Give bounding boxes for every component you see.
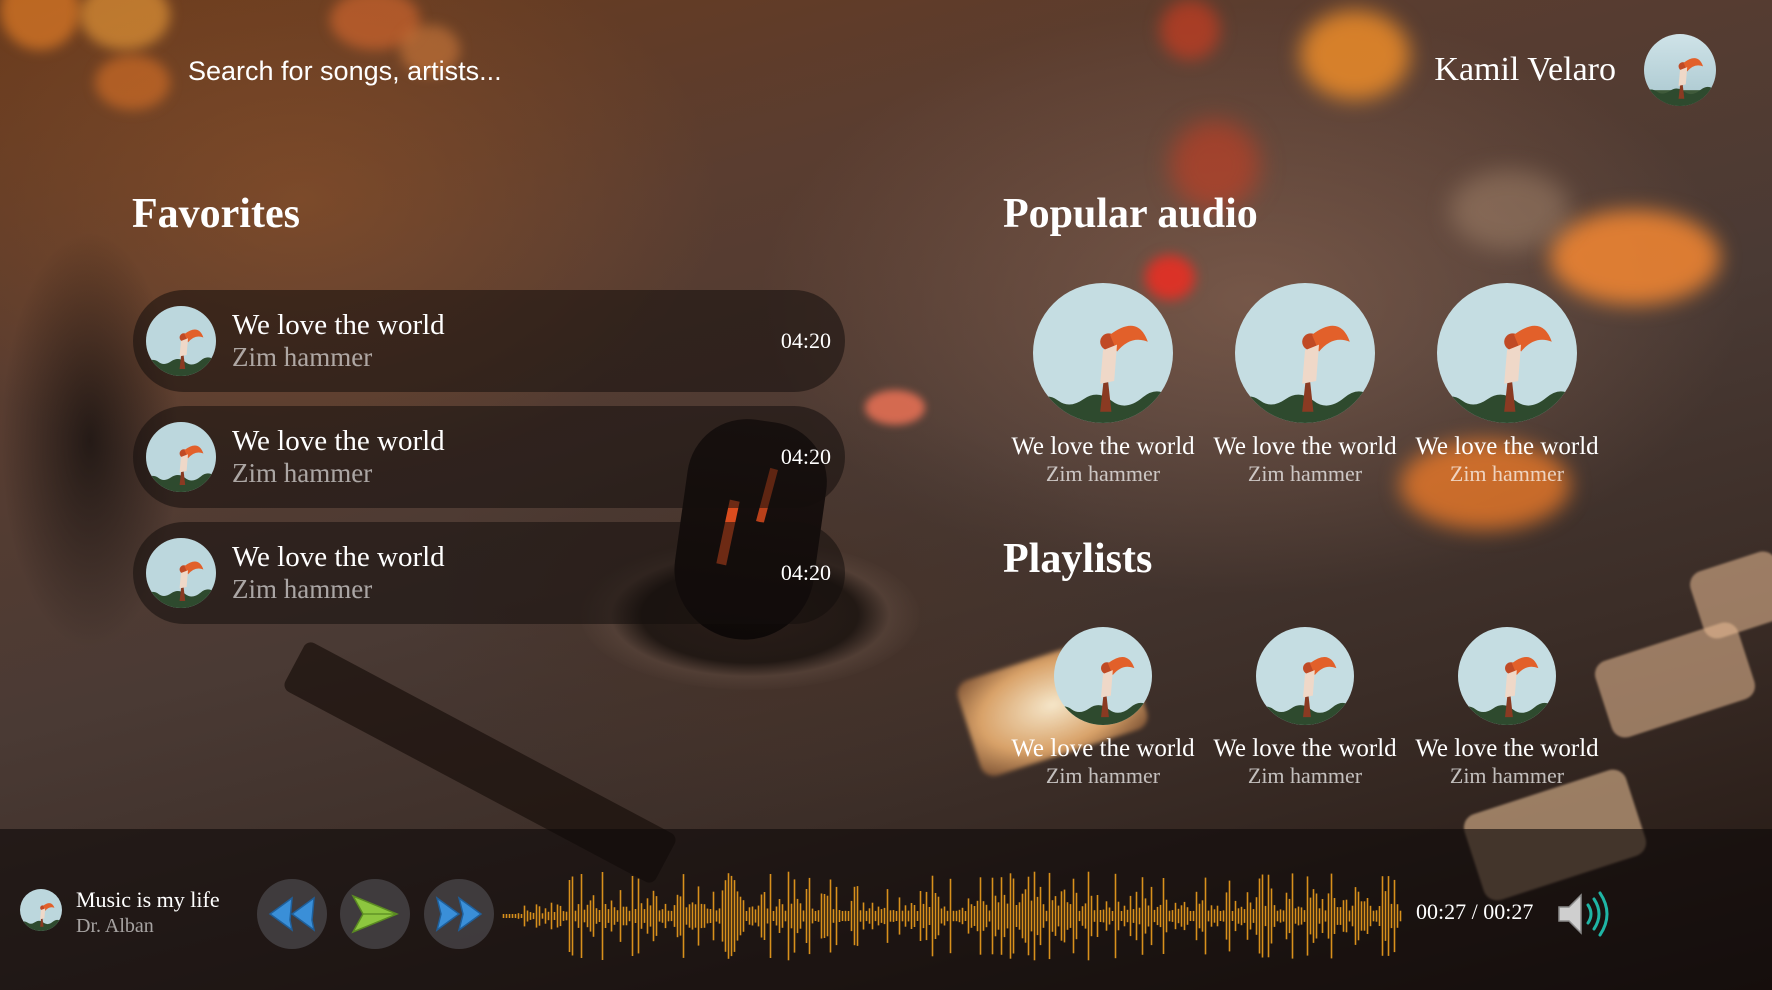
play-button[interactable] [340, 879, 410, 949]
favorite-item[interactable]: We love the world Zim hammer 04:20 [133, 522, 845, 624]
song-title: We love the world [1213, 433, 1397, 460]
popular-audio-card[interactable]: We love the world Zim hammer [1204, 283, 1406, 487]
song-artist: Zim hammer [1449, 461, 1565, 486]
user-profile[interactable]: Kamil Velaro [1434, 34, 1716, 106]
album-cover [1437, 283, 1577, 423]
favorites-list: We love the world Zim hammer 04:20 We lo… [133, 290, 845, 638]
now-playing-title: Music is my life [76, 887, 220, 912]
song-artist: Zim hammer [232, 341, 373, 372]
now-playing-thumbnail [20, 889, 62, 931]
favorite-item[interactable]: We love the world Zim hammer 04:20 [133, 406, 845, 508]
playlist-artist: Zim hammer [1045, 763, 1161, 788]
playlist-card[interactable]: We love the world Zim hammer [1204, 627, 1406, 789]
playlists-title: Playlists [1003, 536, 1153, 582]
volume-button[interactable] [1555, 889, 1615, 939]
fast-forward-icon [435, 896, 483, 932]
playlist-cover [1256, 627, 1354, 725]
popular-audio-title: Popular audio [1003, 191, 1258, 237]
song-title: We love the world [1415, 433, 1599, 460]
song-duration: 04:20 [780, 444, 831, 469]
song-title: We love the world [232, 424, 445, 457]
album-thumbnail [146, 306, 216, 376]
album-cover [1033, 283, 1173, 423]
song-artist: Zim hammer [1045, 461, 1161, 486]
playlist-artist: Zim hammer [1247, 763, 1363, 788]
play-icon [351, 894, 399, 934]
song-duration: 04:20 [780, 560, 831, 585]
favorites-title: Favorites [132, 191, 300, 237]
song-title: We love the world [232, 540, 445, 573]
playlist-title: We love the world [1415, 735, 1599, 762]
album-cover [1235, 283, 1375, 423]
playlist-card[interactable]: We love the world Zim hammer [1406, 627, 1608, 789]
song-artist: Zim hammer [232, 457, 373, 488]
playlist-cover [1458, 627, 1556, 725]
playlist-title: We love the world [1213, 735, 1397, 762]
song-artist: Zim hammer [232, 573, 373, 604]
album-thumbnail [146, 422, 216, 492]
player-bar: Music is my life Dr. Alban 00:27 / 00:27 [0, 829, 1772, 990]
song-artist: Zim hammer [1247, 461, 1363, 486]
song-title: We love the world [232, 308, 445, 341]
waveform-seek-bar[interactable] [502, 871, 1402, 961]
user-name: Kamil Velaro [1434, 51, 1616, 88]
song-title: We love the world [1011, 433, 1195, 460]
popular-audio-card[interactable]: We love the world Zim hammer [1002, 283, 1204, 487]
playlist-title: We love the world [1011, 735, 1195, 762]
playlists-grid: We love the world Zim hammer We love the… [1002, 627, 1608, 789]
playlist-artist: Zim hammer [1449, 763, 1565, 788]
avatar[interactable] [1644, 34, 1716, 106]
album-thumbnail [146, 538, 216, 608]
search-input[interactable] [188, 56, 608, 87]
song-duration: 04:20 [780, 328, 831, 353]
playlist-card[interactable]: We love the world Zim hammer [1002, 627, 1204, 789]
fast-forward-button[interactable] [424, 879, 494, 949]
rewind-button[interactable] [257, 879, 327, 949]
favorite-item[interactable]: We love the world Zim hammer 04:20 [133, 290, 845, 392]
now-playing-artist: Dr. Alban [76, 915, 154, 937]
time-display: 00:27 / 00:27 [1416, 899, 1534, 924]
popular-audio-grid: We love the world Zim hammer We love the… [1002, 283, 1608, 487]
popular-audio-card[interactable]: We love the world Zim hammer [1406, 283, 1608, 487]
volume-icon [1558, 891, 1609, 937]
playlist-cover [1054, 627, 1152, 725]
rewind-icon [268, 896, 316, 932]
